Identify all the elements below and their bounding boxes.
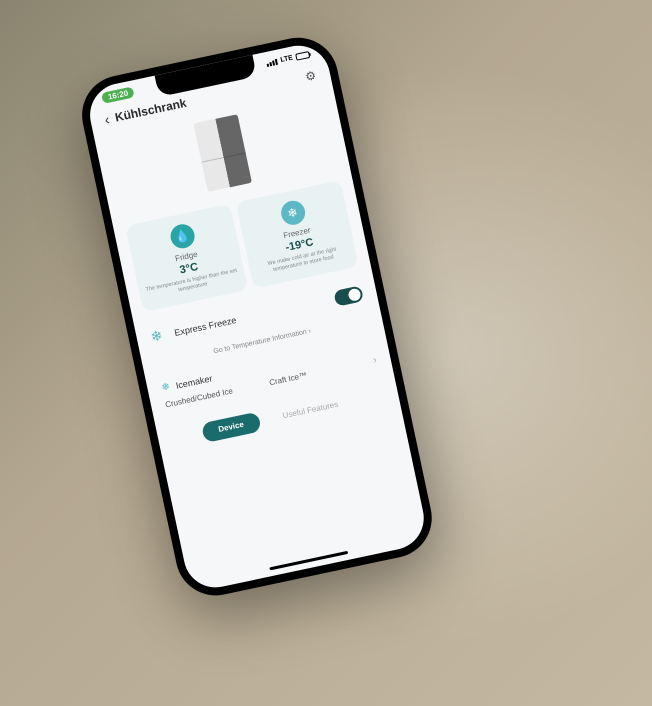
home-indicator[interactable] (269, 551, 348, 571)
icemaker-title: Icemaker (175, 373, 213, 390)
back-button[interactable]: ‹ (103, 111, 111, 128)
express-freeze-label: Express Freeze (174, 315, 238, 338)
express-freeze-toggle[interactable] (333, 286, 364, 307)
network-label: LTE (280, 55, 294, 64)
snowflake-icon: ❄ (278, 199, 306, 227)
freeze-icon: ❄ (149, 326, 170, 347)
fridge-icon (193, 114, 252, 192)
settings-button[interactable]: ⚙ (304, 68, 317, 84)
ice-icon: ❄ (161, 382, 171, 395)
water-drop-icon: 💧 (168, 222, 196, 250)
signal-icon (266, 58, 278, 66)
tab-features[interactable]: Useful Features (265, 392, 356, 430)
tab-device[interactable]: Device (201, 412, 262, 443)
battery-icon (295, 51, 310, 61)
chevron-right-icon: › (308, 328, 312, 335)
